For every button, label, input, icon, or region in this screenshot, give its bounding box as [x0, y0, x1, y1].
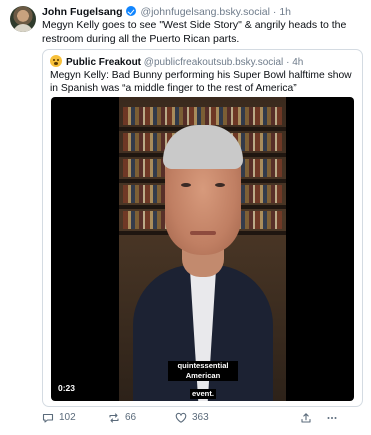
reply-count: 102 — [59, 412, 76, 423]
quoted-post[interactable]: Public Freakout @publicfreakoutsub.bsky.… — [42, 49, 363, 407]
quote-time[interactable]: 4h — [292, 57, 303, 68]
like-button[interactable]: 363 — [175, 410, 209, 426]
video-duration: 0:23 — [58, 383, 76, 393]
post-header: John Fugelsang @johnfugelsang.bsky.socia… — [42, 5, 291, 19]
video-frame — [119, 97, 286, 401]
post-text: Megyn Kelly goes to see "West Side Story… — [42, 19, 347, 45]
author-name[interactable]: John Fugelsang — [42, 6, 123, 18]
more-icon — [327, 417, 337, 419]
repost-icon — [109, 413, 119, 423]
caption-line: event. — [190, 389, 216, 399]
repost-button[interactable]: 66 — [108, 410, 136, 426]
post-time[interactable]: 1h — [279, 6, 291, 18]
caption-line: quintessential American — [168, 361, 238, 381]
more-button[interactable] — [326, 410, 343, 426]
quote-text: Megyn Kelly: Bad Bunny performing his Su… — [50, 70, 352, 94]
separator: · — [286, 57, 290, 68]
post-actions: 102 66 363 — [42, 410, 364, 426]
verified-badge-icon — [125, 6, 136, 16]
share-button[interactable] — [300, 410, 317, 426]
author-avatar[interactable] — [10, 6, 36, 32]
quote-author-name[interactable]: Public Freakout — [66, 57, 141, 68]
heart-icon — [175, 412, 187, 423]
repost-count: 66 — [125, 412, 137, 423]
video-caption: quintessential American event. — [168, 361, 238, 401]
quote-avatar[interactable] — [50, 55, 62, 67]
separator: · — [272, 6, 277, 18]
reply-button[interactable]: 102 — [42, 410, 76, 426]
like-count: 363 — [192, 412, 209, 423]
quote-author-handle[interactable]: @publicfreakoutsub.bsky.social — [144, 57, 283, 68]
post[interactable]: John Fugelsang @johnfugelsang.bsky.socia… — [0, 0, 371, 435]
quote-header: Public Freakout @publicfreakoutsub.bsky.… — [50, 55, 303, 69]
author-handle[interactable]: @johnfugelsang.bsky.social — [140, 6, 270, 18]
share-icon — [301, 413, 311, 423]
reply-icon — [42, 413, 54, 423]
video-player[interactable]: quintessential American event. 0:23 — [51, 97, 354, 401]
